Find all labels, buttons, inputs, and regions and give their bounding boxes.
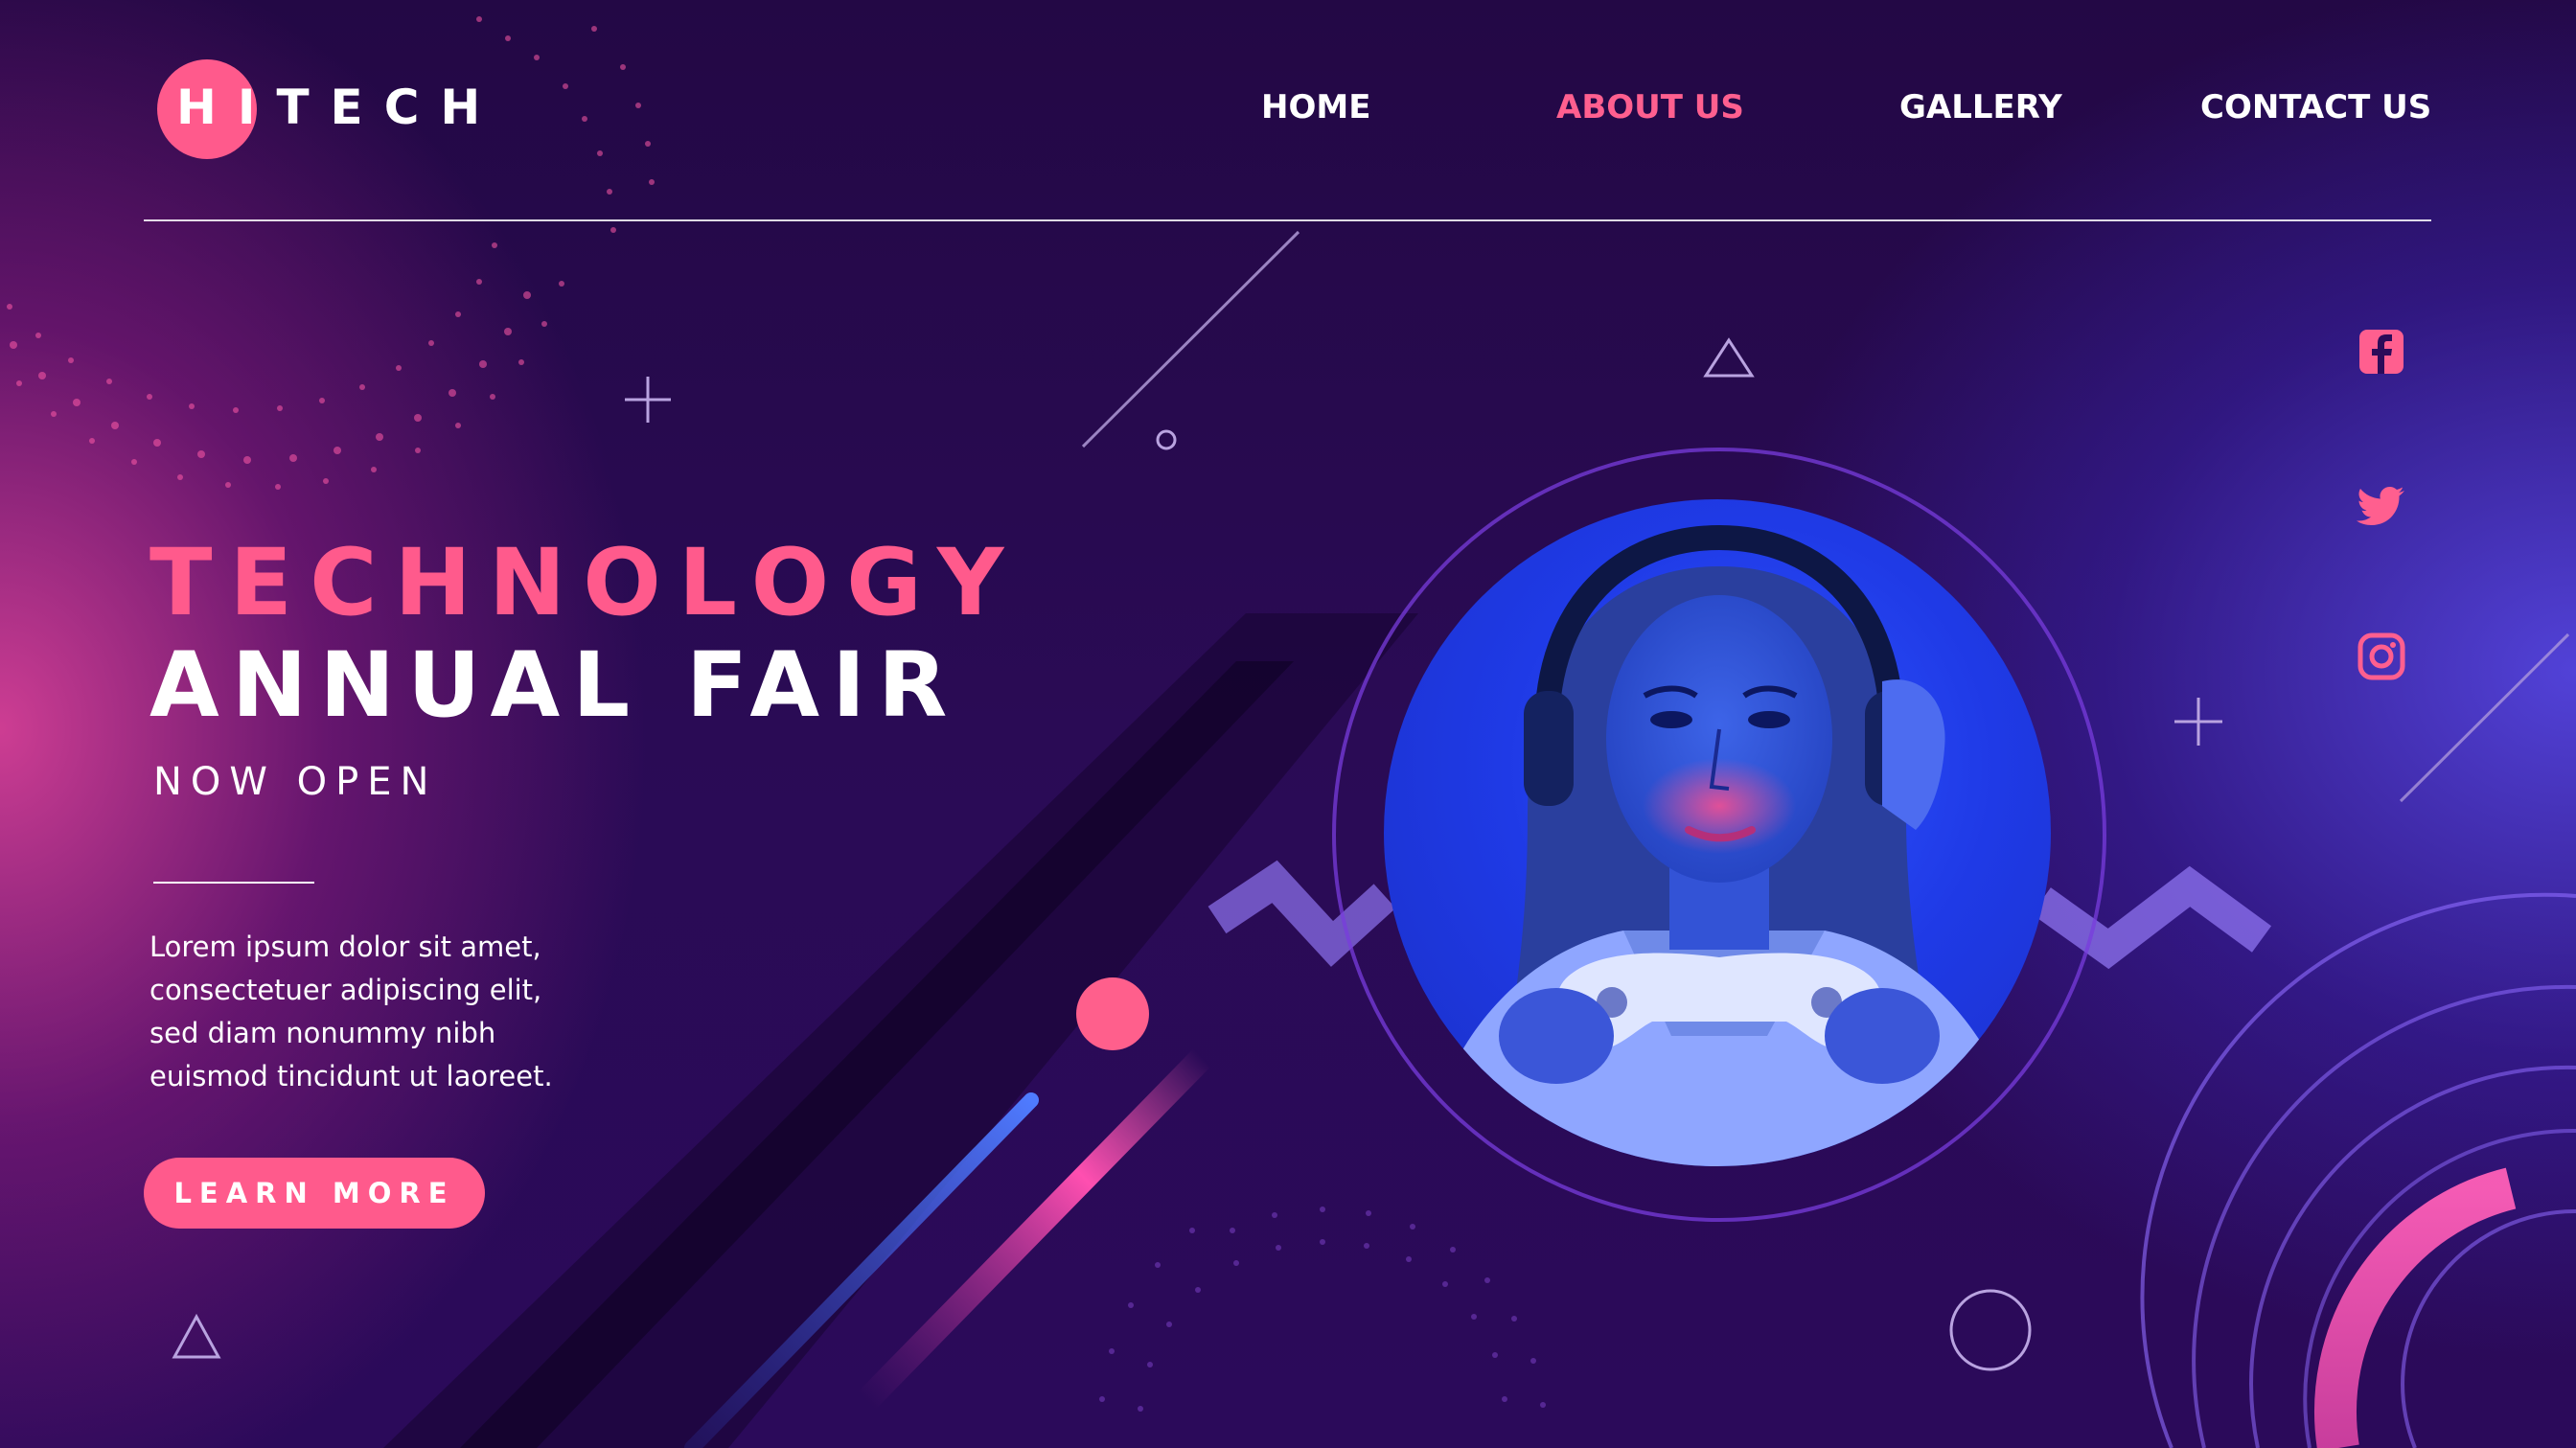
- gamer-illustration: [1422, 524, 2026, 1166]
- landing-page: HITECH HOME ABOUT US GALLERY CONTACT US …: [0, 0, 2576, 1448]
- learn-more-button[interactable]: LEARN MORE: [144, 1158, 485, 1229]
- hero-divider: [153, 882, 314, 884]
- triangle-outline-bottom: [172, 1313, 221, 1359]
- header-divider: [144, 219, 2431, 221]
- plus-sign: [625, 377, 671, 423]
- outline-circle: [1949, 1289, 2032, 1371]
- hero-title-line-1: TECHNOLOGY: [150, 529, 1022, 636]
- body-line: sed diam nonummy nibh: [150, 1017, 496, 1049]
- hero-body-text: Lorem ipsum dolor sit amet, consectetuer…: [150, 926, 648, 1098]
- small-circle: [1156, 429, 1177, 450]
- logo-text: HITECH: [176, 80, 502, 135]
- triangle-outline: [1703, 337, 1755, 378]
- dotted-semicircle-pattern: [1099, 1207, 1546, 1412]
- hero-title-line-2: ANNUAL FAIR: [150, 633, 960, 738]
- hero-photo: [1384, 499, 2051, 1166]
- diagonal-line: [1081, 230, 1300, 448]
- facebook-icon[interactable]: [2354, 324, 2409, 379]
- pink-ball: [1076, 977, 1149, 1050]
- logo[interactable]: HITECH: [157, 59, 480, 159]
- nav-gallery[interactable]: GALLERY: [1899, 84, 2062, 130]
- body-line: consectetuer adipiscing elit,: [150, 974, 542, 1006]
- twitter-icon[interactable]: [2354, 477, 2409, 533]
- instagram-icon[interactable]: [2354, 629, 2409, 684]
- diagonal-line-right: [2399, 632, 2570, 803]
- body-line: euismod tincidunt ut laoreet.: [150, 1060, 553, 1092]
- body-line: Lorem ipsum dolor sit amet,: [150, 931, 541, 963]
- plus-sign-right: [2174, 698, 2222, 746]
- nav-contact-us[interactable]: CONTACT US: [2200, 84, 2431, 130]
- nav-about-us[interactable]: ABOUT US: [1556, 84, 1744, 130]
- nav-home[interactable]: HOME: [1261, 84, 1370, 130]
- concentric-arcs: [2140, 892, 2576, 1448]
- hero-subtitle: NOW OPEN: [153, 760, 438, 804]
